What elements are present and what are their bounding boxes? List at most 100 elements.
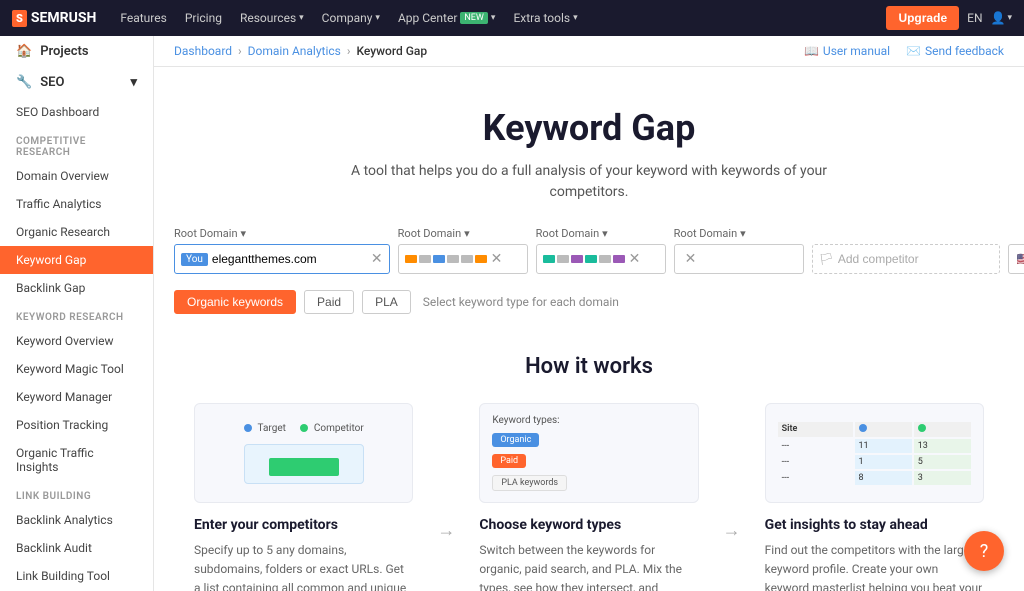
- domain-input-wrap-2: ✕: [398, 244, 528, 274]
- competitor-label: Competitor: [314, 423, 364, 434]
- sidebar-item-link-building-tool[interactable]: Link Building Tool: [0, 562, 153, 590]
- insights-table: Site --- 11 13: [776, 420, 973, 487]
- sidebar-item-keyword-gap[interactable]: Keyword Gap: [0, 246, 153, 274]
- domain-label-text-2: Root Domain: [398, 227, 462, 240]
- sidebar-item-backlink-gap[interactable]: Backlink Gap: [0, 274, 153, 302]
- sidebar-item-position-tracking[interactable]: Position Tracking: [0, 411, 153, 439]
- keyword-type-hint: Select keyword type for each domain: [423, 295, 619, 309]
- how-card-3: Site --- 11 13: [765, 403, 984, 591]
- sidebar-item-backlink-audit[interactable]: Backlink Audit: [0, 534, 153, 562]
- keyword-magic-tool-label: Keyword Magic Tool: [16, 362, 124, 376]
- add-competitor-input[interactable]: [838, 252, 993, 266]
- clear-domain-2-button[interactable]: ✕: [491, 251, 503, 267]
- color-block-blue: [433, 255, 445, 263]
- sidebar-item-keyword-manager[interactable]: Keyword Manager: [0, 383, 153, 411]
- main-layout: 🏠 Projects 🔧 SEO ▾ SEO Dashboard COMPETI…: [0, 36, 1024, 591]
- sidebar-item-traffic-analytics[interactable]: Traffic Analytics: [0, 190, 153, 218]
- how-card-1-title: Enter your competitors: [194, 517, 413, 533]
- sidebar-item-organic-research[interactable]: Organic Research: [0, 218, 153, 246]
- upgrade-button[interactable]: Upgrade: [886, 6, 959, 30]
- user-manual-link[interactable]: 📖 User manual: [804, 44, 890, 58]
- chip-organic: Organic: [492, 433, 539, 447]
- page-title: Keyword Gap: [174, 107, 1004, 149]
- section-keyword-research: KEYWORD RESEARCH: [0, 302, 153, 327]
- projects-icon: 🏠: [16, 44, 32, 59]
- breadcrumb-domain-analytics[interactable]: Domain Analytics: [248, 44, 341, 58]
- chip-pla: PLA keywords: [492, 475, 567, 491]
- domain-label-text-1: Root Domain: [174, 227, 238, 240]
- sidebar-item-domain-overview[interactable]: Domain Overview: [0, 162, 153, 190]
- organic-keywords-button[interactable]: Organic keywords: [174, 290, 296, 314]
- breadcrumb-sep-2: ›: [347, 44, 351, 58]
- sidebar-projects[interactable]: 🏠 Projects: [0, 36, 153, 67]
- insights-col-site: Site: [778, 422, 853, 437]
- paid-button[interactable]: Paid: [304, 290, 354, 314]
- traffic-analytics-label: Traffic Analytics: [16, 197, 101, 211]
- how-card-img-3: Site --- 11 13: [765, 403, 984, 503]
- section-link-building: LINK BUILDING: [0, 481, 153, 506]
- insights-row-3: --- 8 3: [778, 471, 971, 485]
- chat-bubble-icon: ?: [980, 541, 989, 562]
- top-navigation: S SEMRUSH Features Pricing Resources ▾ C…: [0, 0, 1024, 36]
- logo[interactable]: S SEMRUSH: [12, 10, 96, 27]
- how-it-works-section: How it works Target Competitor: [154, 334, 1024, 591]
- clear-domain-1-button[interactable]: ✕: [371, 251, 383, 267]
- domain-col-4: Root Domain ▾ ✕: [674, 227, 804, 274]
- sidebar-item-keyword-magic-tool[interactable]: Keyword Magic Tool: [0, 355, 153, 383]
- breadcrumb: Dashboard › Domain Analytics › Keyword G…: [174, 44, 427, 58]
- nav-right: Upgrade EN 👤 ▾: [886, 6, 1012, 30]
- domain-input-row: Root Domain ▾ You ✕ Root Domain ▾: [154, 227, 1024, 290]
- nav-links: Features Pricing Resources ▾ Company ▾ A…: [112, 5, 870, 31]
- sidebar-item-keyword-overview[interactable]: Keyword Overview: [0, 327, 153, 355]
- domain-dropdown-icon-1: ▾: [241, 227, 247, 240]
- domain-dropdown-icon-4: ▾: [740, 227, 746, 240]
- domain-label-3[interactable]: Root Domain ▾: [536, 227, 666, 240]
- nav-pricing[interactable]: Pricing: [177, 5, 230, 31]
- color-block-teal-2: [585, 255, 597, 263]
- insights-cell-site-3: ---: [778, 471, 853, 485]
- backlink-analytics-label: Backlink Analytics: [16, 513, 113, 527]
- insights-col-2: [914, 422, 971, 437]
- color-block-purple: [571, 255, 583, 263]
- country-selector[interactable]: 🇺🇸 US ▾: [1008, 244, 1024, 274]
- domain-input-1[interactable]: [212, 252, 367, 266]
- sidebar-item-seo-dashboard[interactable]: SEO Dashboard: [0, 98, 153, 126]
- sidebar-item-organic-traffic-insights[interactable]: Organic Traffic Insights: [0, 439, 153, 481]
- sidebar-seo-group[interactable]: 🔧 SEO ▾: [0, 67, 153, 98]
- user-menu[interactable]: 👤 ▾: [991, 11, 1012, 25]
- nav-extra-tools[interactable]: Extra tools ▾: [505, 5, 585, 31]
- breadcrumb-dashboard[interactable]: Dashboard: [174, 44, 232, 58]
- projects-label: Projects: [40, 44, 88, 59]
- mock-chart-insights: Site --- 11 13: [766, 404, 983, 502]
- sidebar-item-backlink-analytics[interactable]: Backlink Analytics: [0, 506, 153, 534]
- chart-preview-box: [244, 444, 364, 484]
- domain-label-2[interactable]: Root Domain ▾: [398, 227, 528, 240]
- target-label: Target: [258, 423, 286, 434]
- backlink-gap-label: Backlink Gap: [16, 281, 85, 295]
- color-block-purple-2: [613, 255, 625, 263]
- header-links: 📖 User manual ✉️ Send feedback: [804, 44, 1004, 58]
- chip-paid: Paid: [492, 454, 526, 468]
- nav-resources[interactable]: Resources ▾: [232, 5, 312, 31]
- color-block-teal: [543, 255, 555, 263]
- domain-label-4[interactable]: Root Domain ▾: [674, 227, 804, 240]
- nav-company[interactable]: Company ▾: [314, 5, 388, 31]
- add-competitor-wrap: 🏳: [812, 244, 1000, 274]
- seo-dashboard-label: SEO Dashboard: [16, 105, 99, 119]
- nav-app-center[interactable]: App Center NEW ▾: [390, 5, 504, 31]
- keyword-overview-label: Keyword Overview: [16, 334, 114, 348]
- insights-cell-val-3b: 3: [914, 471, 971, 485]
- domain-label-1[interactable]: Root Domain ▾: [174, 227, 390, 240]
- competitor-dot: [300, 424, 308, 432]
- language-selector[interactable]: EN: [967, 11, 982, 25]
- pla-button[interactable]: PLA: [362, 290, 411, 314]
- chat-bubble[interactable]: ?: [964, 531, 1004, 571]
- breadcrumb-current: Keyword Gap: [356, 44, 427, 58]
- nav-features[interactable]: Features: [112, 5, 174, 31]
- send-feedback-link[interactable]: ✉️ Send feedback: [906, 44, 1004, 58]
- domain-col-1: Root Domain ▾ You ✕: [174, 227, 390, 274]
- domain-col-3: Root Domain ▾ ✕: [536, 227, 666, 274]
- clear-domain-3-button[interactable]: ✕: [629, 251, 641, 267]
- hero-subtitle: A tool that helps you do a full analysis…: [339, 161, 839, 203]
- clear-domain-4-button[interactable]: ✕: [685, 251, 697, 267]
